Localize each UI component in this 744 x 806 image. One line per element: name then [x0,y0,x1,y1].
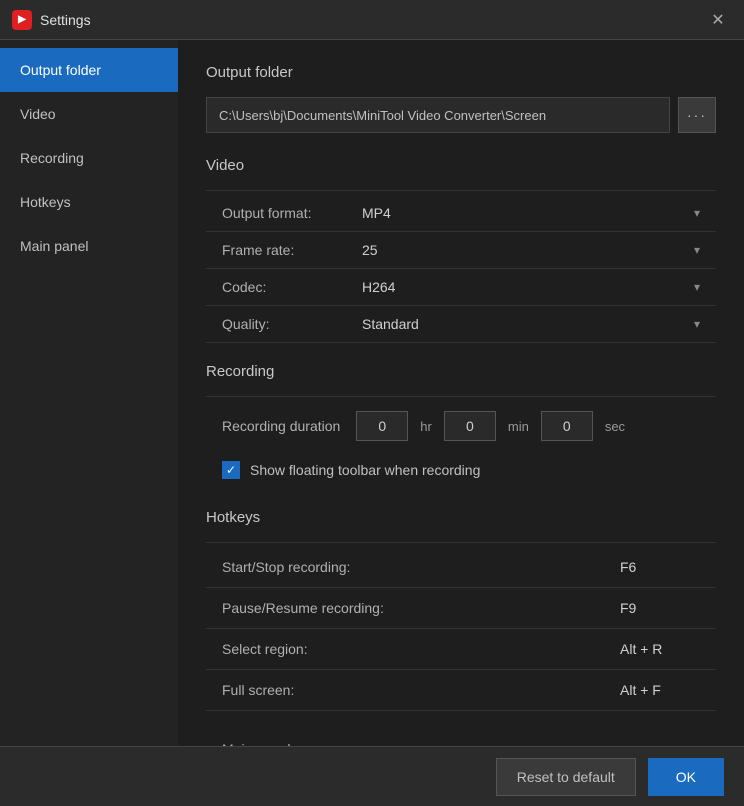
hotkeys-section: Hotkeys Start/Stop recording: F6 Pause/R… [206,509,716,711]
duration-sec-input[interactable] [541,411,593,441]
frame-rate-arrow[interactable]: ▾ [694,243,700,257]
main-layout: Output folder Video Recording Hotkeys Ma… [0,40,744,746]
title-bar: ▶ Settings ✕ [0,0,744,40]
output-format-label: Output format: [222,205,362,221]
hotkey-start-stop-row: Start/Stop recording: F6 [206,547,716,588]
hotkey-full-screen-row: Full screen: Alt + F [206,670,716,711]
recording-duration-row: Recording duration hr min sec [206,401,716,451]
frame-rate-value: 25 [362,242,378,258]
output-format-row: Output format: MP4 ▾ [206,195,716,232]
recording-divider [206,396,716,397]
ok-button[interactable]: OK [648,758,724,796]
bottom-bar: Reset to default OK [0,746,744,806]
hotkey-full-screen-value: Alt + F [620,682,700,698]
output-folder-input[interactable] [206,97,670,133]
hotkey-pause-resume-value: F9 [620,600,700,616]
video-section-title: Video [206,157,716,174]
sidebar: Output folder Video Recording Hotkeys Ma… [0,40,178,746]
sidebar-item-recording[interactable]: Recording [0,136,178,180]
codec-value: H264 [362,279,395,295]
hotkey-full-screen-label: Full screen: [222,682,620,698]
codec-label: Codec: [222,279,362,295]
quality-value: Standard [362,316,419,332]
hotkey-select-region-value: Alt + R [620,641,700,657]
sidebar-item-hotkeys[interactable]: Hotkeys [0,180,178,224]
hotkey-pause-resume-label: Pause/Resume recording: [222,600,620,616]
main-panel-hint: Main panel [206,731,716,746]
video-divider [206,190,716,191]
sidebar-item-main-panel[interactable]: Main panel [0,224,178,268]
output-format-value: MP4 [362,205,391,221]
frame-rate-row: Frame rate: 25 ▾ [206,232,716,269]
codec-arrow[interactable]: ▾ [694,280,700,294]
quality-row: Quality: Standard ▾ [206,306,716,343]
hr-unit: hr [420,419,432,434]
duration-hr-input[interactable] [356,411,408,441]
hotkey-select-region-row: Select region: Alt + R [206,629,716,670]
toolbar-checkbox-row: ✓ Show floating toolbar when recording [206,451,716,489]
hotkey-start-stop-value: F6 [620,559,700,575]
sec-unit: sec [605,419,625,434]
recording-section: Recording Recording duration hr min sec … [206,363,716,489]
frame-rate-label: Frame rate: [222,242,362,258]
reset-to-default-button[interactable]: Reset to default [496,758,636,796]
close-button[interactable]: ✕ [704,6,732,34]
recording-duration-label: Recording duration [222,418,340,434]
title-bar-left: ▶ Settings [12,10,91,30]
video-section: Video Output format: MP4 ▾ Frame rate: 2… [206,157,716,343]
content-area: Output folder ··· Video Output format: M… [178,40,744,746]
sidebar-item-output-folder[interactable]: Output folder [0,48,178,92]
hotkeys-section-title: Hotkeys [206,509,716,526]
quality-arrow[interactable]: ▾ [694,317,700,331]
quality-label: Quality: [222,316,362,332]
toolbar-checkbox[interactable]: ✓ [222,461,240,479]
recording-section-title: Recording [206,363,716,380]
toolbar-checkbox-label: Show floating toolbar when recording [250,462,480,478]
hotkey-select-region-label: Select region: [222,641,620,657]
hotkey-start-stop-label: Start/Stop recording: [222,559,620,575]
app-icon: ▶ [12,10,32,30]
min-unit: min [508,419,529,434]
duration-min-input[interactable] [444,411,496,441]
window-title: Settings [40,12,91,28]
output-format-arrow[interactable]: ▾ [694,206,700,220]
hotkey-pause-resume-row: Pause/Resume recording: F9 [206,588,716,629]
output-folder-row: ··· [206,97,716,133]
hotkeys-divider [206,542,716,543]
codec-row: Codec: H264 ▾ [206,269,716,306]
sidebar-item-video[interactable]: Video [0,92,178,136]
output-folder-title: Output folder [206,64,716,81]
browse-button[interactable]: ··· [678,97,716,133]
